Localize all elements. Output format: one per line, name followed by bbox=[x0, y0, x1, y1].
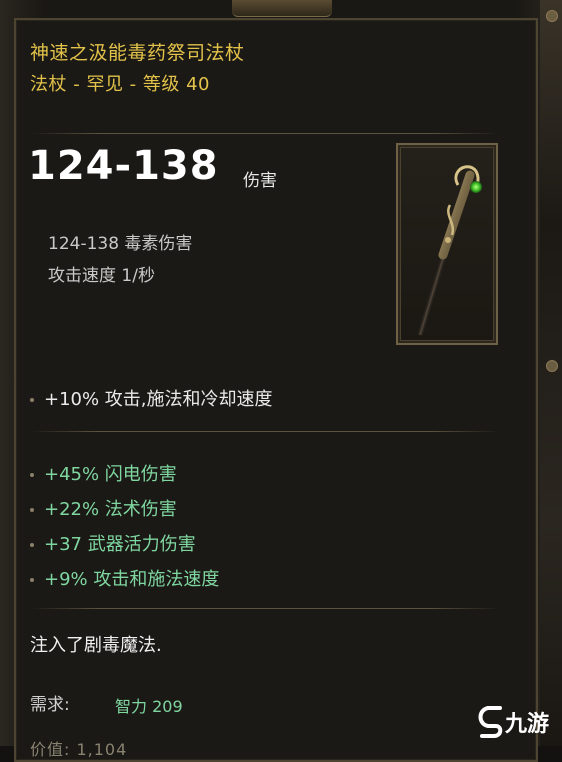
implicit-affix: +10% 攻击,施法和冷却速度 bbox=[30, 385, 273, 411]
bullet-icon bbox=[30, 473, 34, 477]
requirement-label: 需求: bbox=[30, 695, 70, 715]
bullet-icon bbox=[30, 508, 34, 512]
bullet-icon bbox=[30, 578, 34, 582]
item-lore: 注入了剧毒魔法. bbox=[30, 635, 162, 656]
item-name: 神速之汲能毒药祭司法杖 bbox=[30, 42, 245, 64]
divider bbox=[30, 431, 500, 432]
affix-line: +9% 攻击和施法速度 bbox=[30, 565, 219, 591]
bullet-icon bbox=[30, 398, 34, 402]
watermark-text: 九游 bbox=[505, 712, 550, 737]
affix-line: +45% 闪电伤害 bbox=[30, 460, 177, 486]
ornament-knob bbox=[546, 10, 558, 22]
damage-range: 124-138 bbox=[28, 143, 219, 189]
item-type-line: 法杖 - 罕见 - 等级 40 bbox=[30, 74, 211, 95]
staff-icon bbox=[417, 165, 482, 336]
item-value-cutoff: 价值: 1,104 bbox=[30, 740, 128, 759]
affix-line: +22% 法术伤害 bbox=[30, 495, 177, 521]
divider bbox=[30, 608, 500, 609]
requirement-value: 智力 209 bbox=[115, 697, 183, 716]
frame-ornament bbox=[232, 0, 332, 17]
attack-speed: 攻击速度 1/秒 bbox=[48, 266, 155, 286]
damage-detail: 124-138 毒素伤害 bbox=[48, 234, 193, 254]
affix-line: +37 武器活力伤害 bbox=[30, 530, 196, 556]
bullet-icon bbox=[30, 543, 34, 547]
ornament-knob bbox=[546, 360, 558, 372]
divider bbox=[30, 133, 500, 134]
damage-unit: 伤害 bbox=[243, 171, 277, 191]
background-strip bbox=[540, 0, 562, 746]
weapon-image-frame bbox=[396, 143, 498, 345]
